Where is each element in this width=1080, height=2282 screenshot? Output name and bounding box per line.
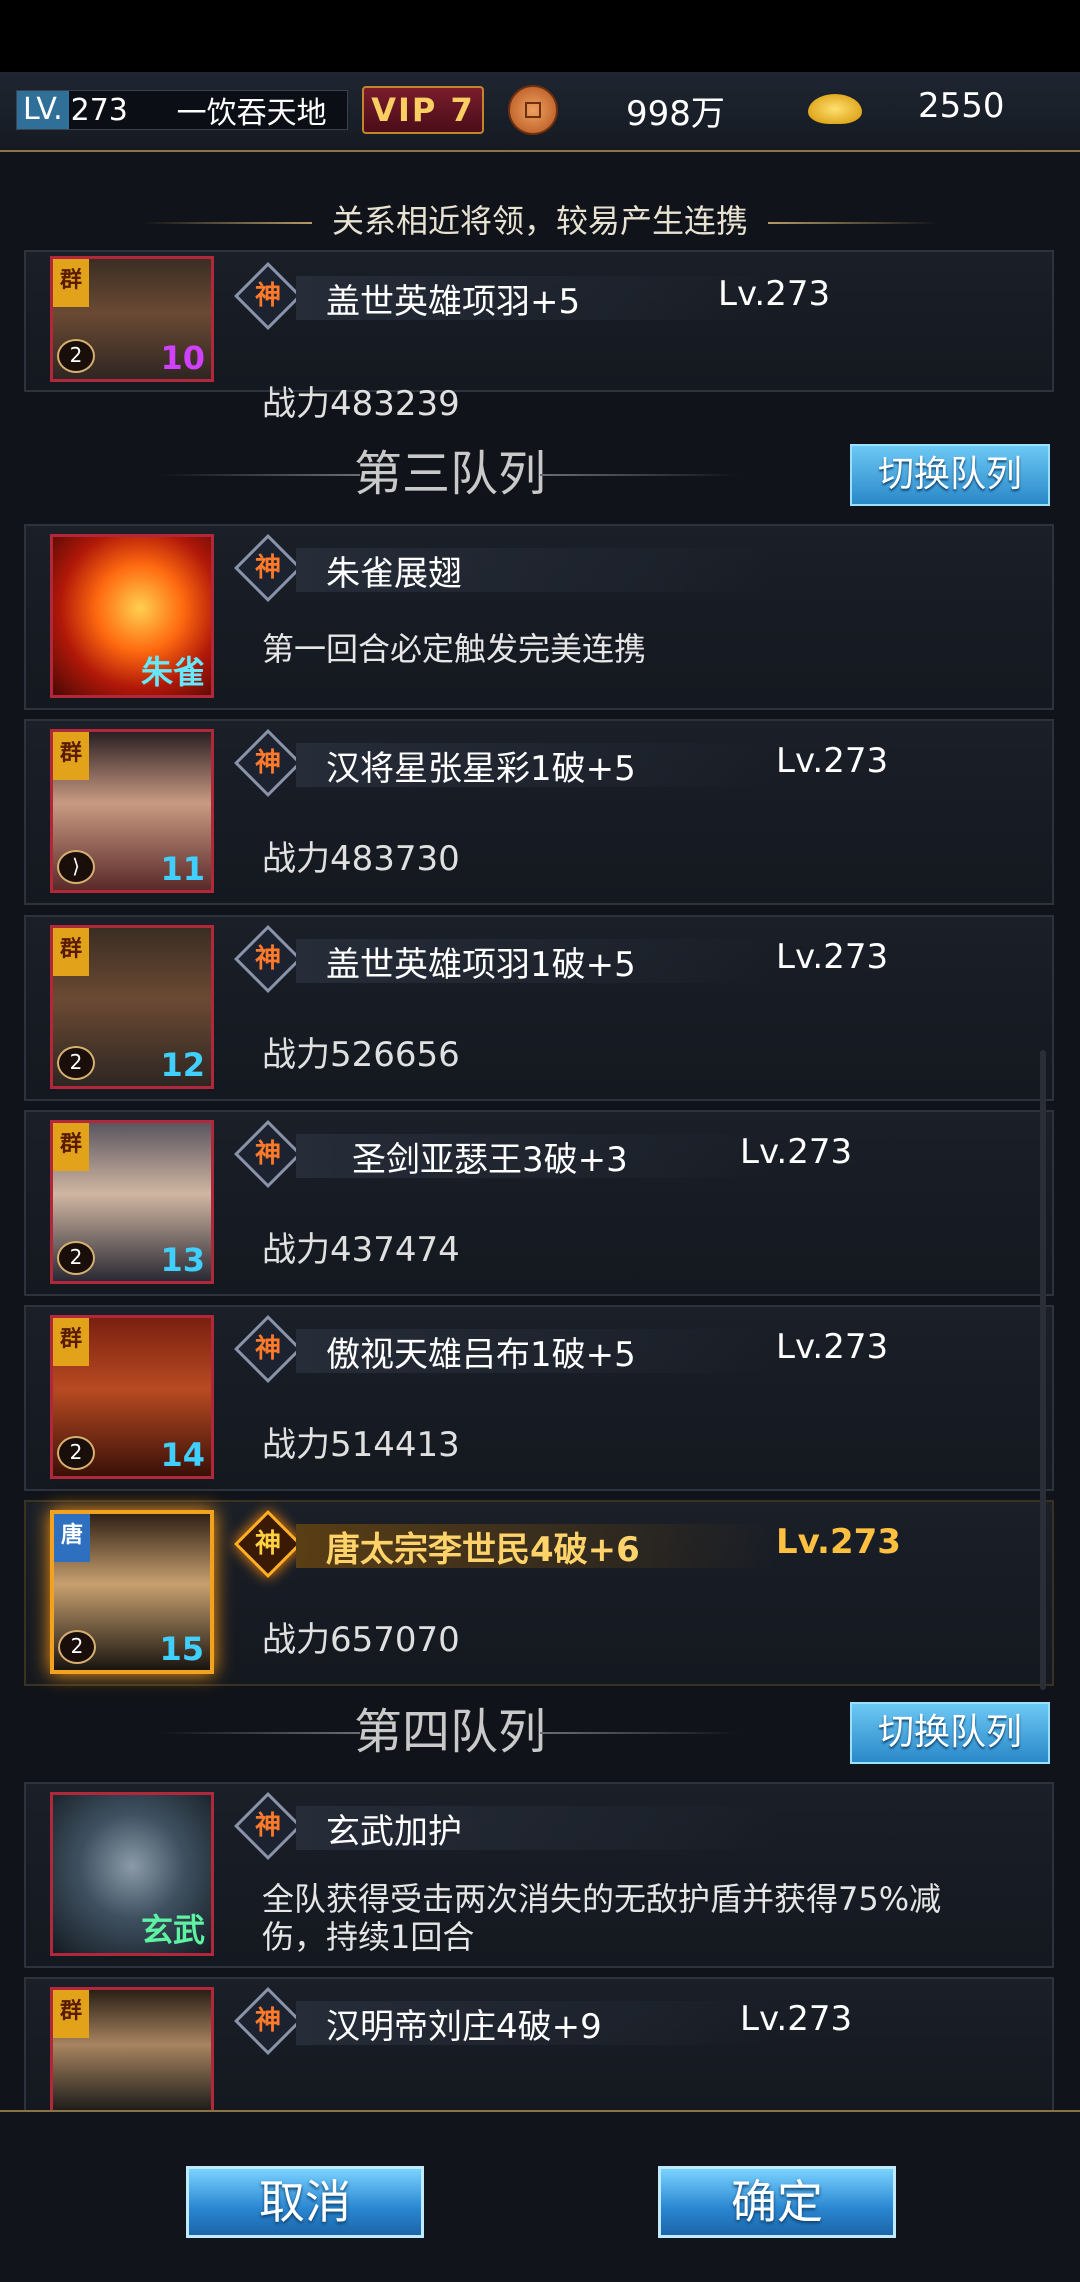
hero-power: 战力437474 xyxy=(262,1230,460,1270)
class-icon: 2 xyxy=(57,339,95,373)
hero-card[interactable]: 唐 2 15 神 唐太宗李世民4破+6 Lv.273 战力657070 xyxy=(24,1500,1054,1686)
faction-badge: 群 xyxy=(53,1123,89,1171)
faction-badge: 群 xyxy=(53,928,89,976)
slot-number: 11 xyxy=(160,850,205,888)
cancel-button[interactable]: 取消 xyxy=(186,2166,424,2238)
player-level: 273 xyxy=(70,92,128,128)
hero-card[interactable]: 群 神 汉明帝刘庄4破+9 Lv.273 xyxy=(24,1977,1054,2112)
hero-name: 盖世英雄项羽+5 xyxy=(326,282,581,322)
tortoise-portrait: 玄武 xyxy=(50,1792,214,1956)
hero-portrait: 群 2 13 xyxy=(50,1120,214,1284)
shen-icon: 神 xyxy=(234,1120,302,1188)
gold-ingot-icon xyxy=(808,94,862,124)
slot-number: 12 xyxy=(160,1046,205,1084)
divine-beast-card[interactable]: 朱雀 神 朱雀展翅 第一回合必定触发完美连携 xyxy=(24,524,1054,710)
hero-level: Lv.273 xyxy=(740,1999,853,2039)
shen-icon: 神 xyxy=(234,534,302,602)
phoenix-portrait: 朱雀 xyxy=(50,534,214,698)
slot-number: 10 xyxy=(160,339,205,377)
hero-power: 战力526656 xyxy=(262,1035,460,1075)
hero-level: Lv.273 xyxy=(718,274,831,314)
hero-level: Lv.273 xyxy=(776,937,889,977)
slot-number: 14 xyxy=(160,1436,205,1474)
copper-amount: 998万 xyxy=(626,94,725,134)
hero-name: 汉将星张星彩1破+5 xyxy=(326,749,636,789)
relation-hint: 关系相近将领，较易产生连携 xyxy=(0,196,1080,242)
beast-label: 玄武 xyxy=(140,1911,205,1949)
class-icon: ⟩ xyxy=(57,850,95,884)
scrollbar[interactable] xyxy=(1040,1050,1046,1690)
skill-description: 第一回合必定触发完美连携 xyxy=(262,630,647,668)
skill-name: 朱雀展翅 xyxy=(326,554,462,594)
class-icon: 2 xyxy=(57,1436,95,1470)
shen-icon: 神 xyxy=(234,1510,302,1578)
shen-icon: 神 xyxy=(234,1792,302,1860)
skill-name: 玄武加护 xyxy=(326,1812,462,1852)
beast-label: 朱雀 xyxy=(140,653,205,691)
hero-level: Lv.273 xyxy=(776,1327,889,1367)
hero-portrait: 群 2 14 xyxy=(50,1315,214,1479)
hero-power: 战力483730 xyxy=(262,839,460,879)
team3-switch-button[interactable]: 切换队列 xyxy=(850,444,1050,506)
hero-portrait: 群 2 12 xyxy=(50,925,214,1089)
slot-number: 15 xyxy=(159,1630,204,1668)
hero-level: Lv.273 xyxy=(776,1522,901,1562)
hero-card[interactable]: 群 2 12 神 盖世英雄项羽1破+5 Lv.273 战力526656 xyxy=(24,915,1054,1101)
class-icon: 2 xyxy=(57,1241,95,1275)
team4-title: 第四队列 xyxy=(160,1702,740,1762)
hero-level: Lv.273 xyxy=(740,1132,853,1172)
faction-badge: 群 xyxy=(53,259,89,307)
hero-portrait: 群 ⟩ 11 xyxy=(50,729,214,893)
shen-icon: 神 xyxy=(234,729,302,797)
faction-badge: 群 xyxy=(53,1990,89,2038)
class-icon: 2 xyxy=(57,1046,95,1080)
player-name: 一饮吞天地 xyxy=(176,96,327,131)
gold-amount: 2550 xyxy=(918,86,1005,126)
hero-power: 战力514413 xyxy=(262,1425,460,1465)
hero-name: 傲视天雄吕布1破+5 xyxy=(326,1335,636,1375)
hero-portrait: 唐 2 15 xyxy=(50,1510,214,1674)
team4-switch-button[interactable]: 切换队列 xyxy=(850,1702,1050,1764)
hero-card[interactable]: 群 ⟩ 11 神 汉将星张星彩1破+5 Lv.273 战力483730 xyxy=(24,719,1054,905)
hero-portrait: 群 2 10 xyxy=(50,256,214,382)
shen-icon: 神 xyxy=(234,1315,302,1383)
hero-power: 战力657070 xyxy=(262,1620,460,1660)
hero-name: 圣剑亚瑟王3破+3 xyxy=(352,1140,628,1180)
hero-portrait: 群 xyxy=(50,1987,214,2112)
hero-power: 战力483239 xyxy=(262,384,460,424)
vip-badge[interactable]: VIP 7 xyxy=(362,86,484,134)
hero-name: 盖世英雄项羽1破+5 xyxy=(326,945,636,985)
team3-title: 第三队列 xyxy=(160,444,740,504)
shen-icon: 神 xyxy=(234,262,302,330)
status-bar xyxy=(0,0,1080,72)
hero-name: 汉明帝刘庄4破+9 xyxy=(326,2007,602,2047)
divine-beast-card[interactable]: 玄武 神 玄武加护 全队获得受击两次消失的无敌护盾并获得75%减伤，持续1回合 xyxy=(24,1782,1054,1968)
level-label: LV. xyxy=(17,91,69,129)
faction-badge: 群 xyxy=(53,732,89,780)
slot-number: 13 xyxy=(160,1241,205,1279)
faction-badge: 群 xyxy=(53,1318,89,1366)
hero-name: 唐太宗李世民4破+6 xyxy=(326,1530,640,1570)
hero-card[interactable]: 群 2 13 神 圣剑亚瑟王3破+3 Lv.273 战力437474 xyxy=(24,1110,1054,1296)
shen-icon: 神 xyxy=(234,925,302,993)
faction-badge: 唐 xyxy=(54,1514,90,1562)
player-info[interactable]: LV. 273 一饮吞天地 xyxy=(16,90,348,131)
copper-coin-icon xyxy=(508,85,558,135)
hero-card[interactable]: 群 2 14 神 傲视天雄吕布1破+5 Lv.273 战力514413 xyxy=(24,1305,1054,1491)
top-resource-bar: LV. 273 一饮吞天地 VIP 7 998万 2550 xyxy=(0,72,1080,152)
bottom-action-bar xyxy=(0,2110,1080,2282)
shen-icon: 神 xyxy=(234,1987,302,2055)
hero-card[interactable]: 群 2 10 神 盖世英雄项羽+5 Lv.273 战力483239 xyxy=(24,250,1054,424)
class-icon: 2 xyxy=(58,1630,96,1664)
hero-level: Lv.273 xyxy=(776,741,889,781)
confirm-button[interactable]: 确定 xyxy=(658,2166,896,2238)
skill-description: 全队获得受击两次消失的无敌护盾并获得75%减伤，持续1回合 xyxy=(262,1880,942,1956)
